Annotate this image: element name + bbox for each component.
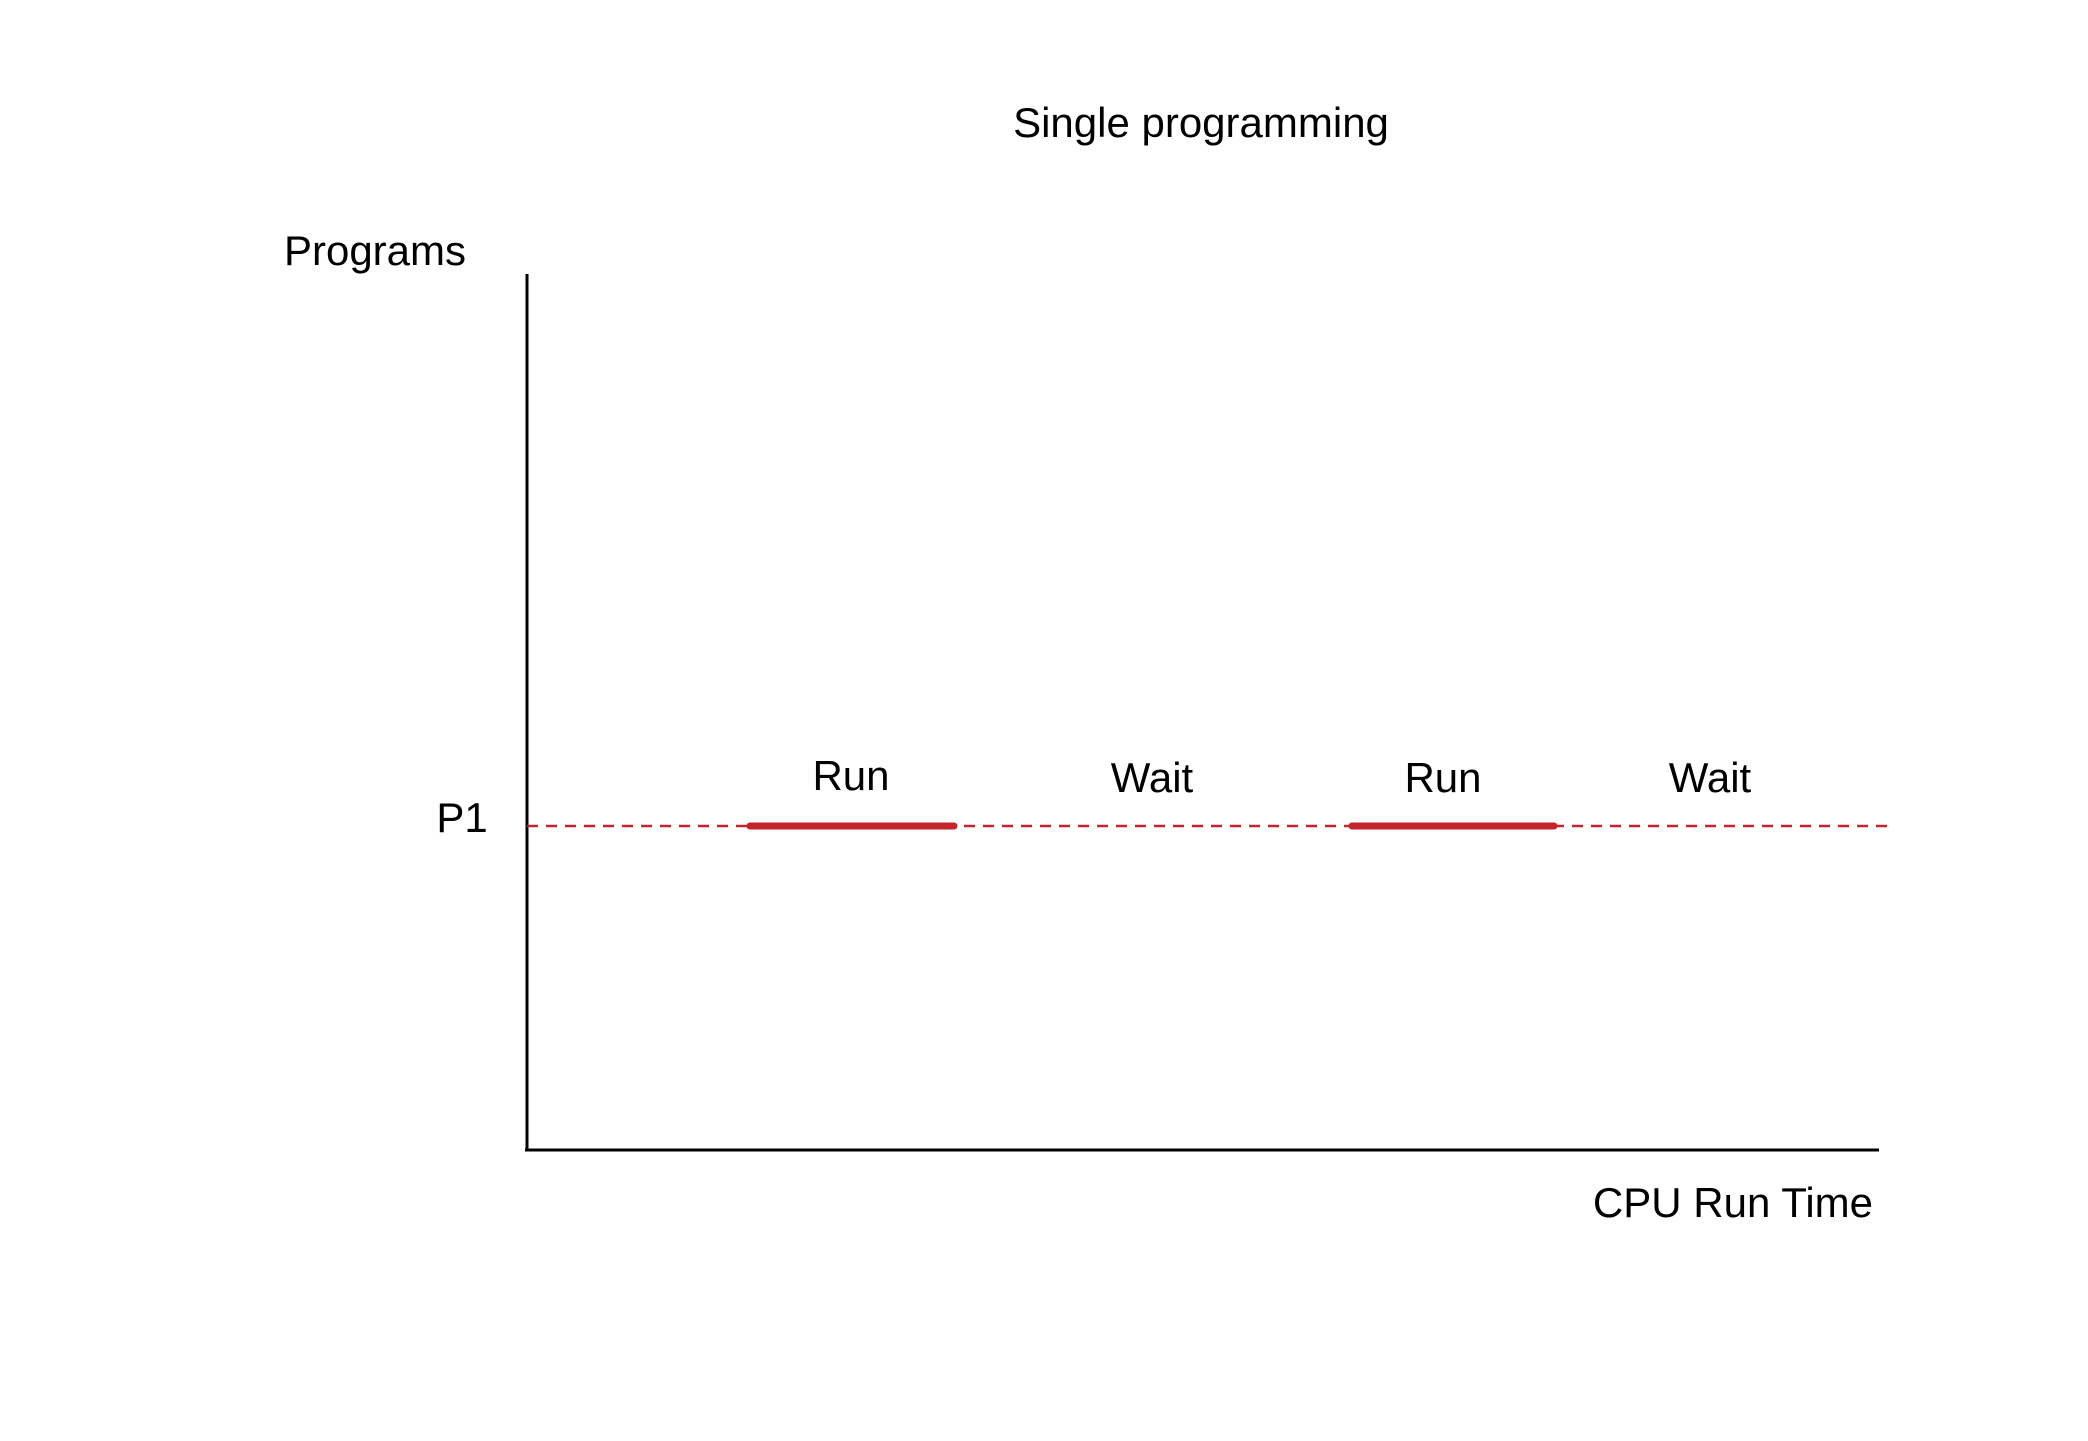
- segment-label-wait: Wait: [1669, 754, 1752, 801]
- segment-label-run: Run: [1404, 754, 1481, 801]
- program-label-p1: P1: [436, 794, 487, 841]
- single-programming-diagram: Single programming Programs CPU Run Time…: [284, 99, 1892, 1226]
- segment-label-wait: Wait: [1111, 754, 1194, 801]
- program-row-p1: P1 Run Wait Run Wait: [436, 752, 1892, 841]
- y-axis-label: Programs: [284, 227, 466, 274]
- x-axis-label: CPU Run Time: [1593, 1179, 1873, 1226]
- diagram-title: Single programming: [1013, 99, 1389, 146]
- segment-label-run: Run: [812, 752, 889, 799]
